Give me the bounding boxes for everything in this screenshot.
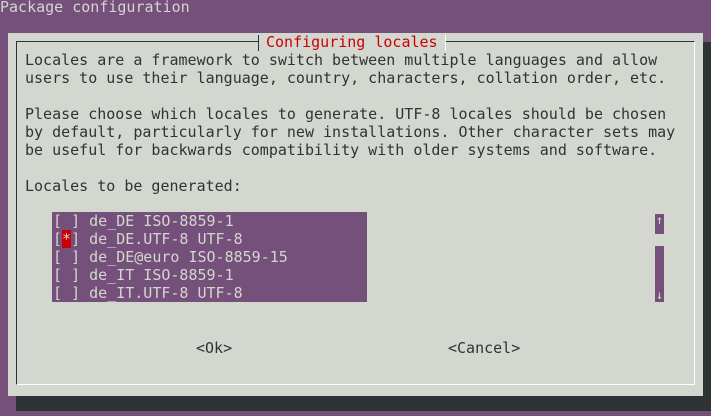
locale-checkbox[interactable]: [ ] <box>53 266 80 284</box>
locales-dialog: Configuring locales Locales are a framew… <box>8 33 703 396</box>
cancel-button[interactable]: <Cancel> <box>448 339 520 357</box>
dialog-title: Configuring locales <box>258 33 446 51</box>
scroll-down-arrow-icon[interactable]: ↓ <box>655 286 664 304</box>
locale-item[interactable]: [*] de_DE.UTF-8 UTF-8 <box>52 230 367 248</box>
locale-checkbox[interactable]: [*] <box>53 230 80 248</box>
locale-label: de_IT.UTF-8 UTF-8 <box>89 284 243 302</box>
check-mark <box>62 284 71 302</box>
locale-label: de_IT ISO-8859-1 <box>89 266 234 284</box>
locale-label: de_DE ISO-8859-1 <box>89 212 234 230</box>
scroll-up-arrow-icon[interactable]: ↑ <box>655 211 664 229</box>
locale-item[interactable]: [ ] de_IT.UTF-8 UTF-8 <box>52 284 367 302</box>
check-mark: * <box>62 230 72 248</box>
description-line <box>25 159 675 177</box>
description-line: Locales are a framework to switch betwee… <box>25 51 658 69</box>
scroll-thumb[interactable] <box>655 234 664 246</box>
description-line: users to use their language, country, ch… <box>25 69 667 87</box>
locale-item[interactable]: [ ] de_IT ISO-8859-1 <box>52 266 367 284</box>
locale-item[interactable]: [ ] de_DE@euro ISO-8859-15 <box>52 248 367 266</box>
scroll-track[interactable] <box>655 229 664 286</box>
locale-label: de_DE@euro ISO-8859-15 <box>89 248 288 266</box>
check-mark <box>62 266 71 284</box>
dialog-description: Locales are a framework to switch betwee… <box>25 51 675 195</box>
description-line: by default, particularly for new install… <box>25 123 676 141</box>
description-line <box>25 87 675 105</box>
locale-checkbox[interactable]: [ ] <box>53 284 80 302</box>
locale-checkbox[interactable]: [ ] <box>53 248 80 266</box>
locale-item[interactable]: [ ] de_DE ISO-8859-1 <box>52 212 367 230</box>
description-line: be useful for backwards compatibility wi… <box>25 141 658 159</box>
description-line: Please choose which locales to generate.… <box>25 105 667 123</box>
list-heading: Locales to be generated: <box>25 177 242 195</box>
check-mark <box>62 248 71 266</box>
screen-title: Package configuration <box>0 0 190 16</box>
check-mark <box>62 212 71 230</box>
list-scrollbar[interactable]: ↑ ↓ <box>655 211 664 304</box>
locale-checklist[interactable]: [ ] de_DE ISO-8859-1 [*] de_DE.UTF-8 UTF… <box>52 212 367 302</box>
locale-checkbox[interactable]: [ ] <box>53 212 80 230</box>
locale-label: de_DE.UTF-8 UTF-8 <box>89 230 243 248</box>
ok-button[interactable]: <Ok> <box>196 339 232 357</box>
